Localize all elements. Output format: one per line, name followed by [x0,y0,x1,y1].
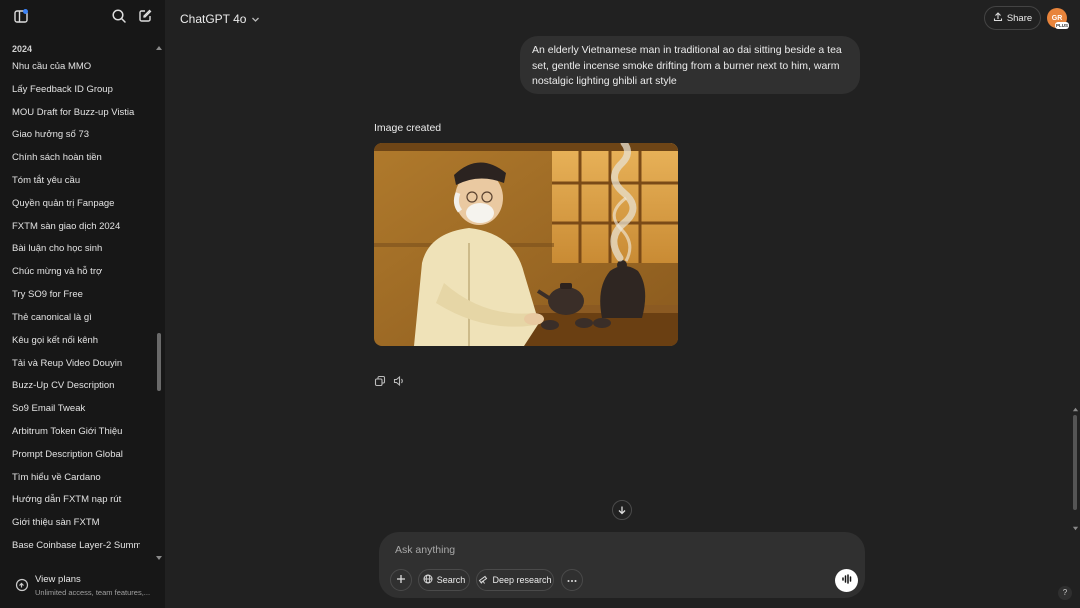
view-plans-title: View plans [35,574,81,585]
history-item[interactable]: Thẻ canonical là gì [12,308,140,328]
history-item[interactable]: Chính sách hoàn tiền [12,148,140,168]
main-scroll-down-icon[interactable] [1072,520,1079,531]
main-scrollbar-thumb[interactable] [1073,415,1077,510]
generated-image[interactable] [374,143,678,346]
search-label: Search [436,575,466,585]
scroll-to-bottom-button[interactable] [612,500,632,520]
help-button[interactable]: ? [1058,586,1072,600]
share-button[interactable]: Share [984,6,1041,30]
chevron-down-icon [251,12,260,27]
history-item[interactable]: Tìm hiểu về Cardano [12,468,140,488]
upgrade-icon [15,578,29,592]
user-message: An elderly Vietnamese man in traditional… [520,36,860,94]
sidebar-scrollbar-thumb[interactable] [157,333,161,391]
history-item[interactable]: Lấy Feedback ID Group [12,80,140,100]
sidebar-scroll-up-icon[interactable] [155,40,163,50]
model-name: ChatGPT 4o [180,12,247,26]
plan-badge: PLUS [1055,22,1069,29]
history-item[interactable]: Tóm tắt yêu cầu [12,171,140,191]
history-item[interactable]: Hướng dẫn FXTM nạp rút [12,490,140,510]
history-item[interactable]: Try SO9 for Free [12,285,140,305]
history-item[interactable]: Nhu cầu của MMO [12,57,140,77]
history-item[interactable]: Quyền quản trị Fanpage [12,194,140,214]
search-button[interactable]: Search [418,569,470,591]
history-year-heading: 2024 [12,44,33,54]
sidebar-scroll-down-icon[interactable] [155,550,163,560]
arrow-down-icon [617,503,627,518]
new-chat-icon[interactable] [137,8,155,26]
plus-icon [396,574,406,586]
image-status-label: Image created [374,122,442,134]
view-plans-button[interactable]: View plans Unlimited access, team featur… [0,568,165,604]
speaker-icon[interactable] [393,375,405,387]
voice-wave-icon [841,573,853,588]
share-icon [993,11,1003,25]
history-item[interactable]: Bài luận cho học sinh [12,239,140,259]
history-item[interactable]: Giao hưởng số 73 [12,125,140,145]
globe-icon [423,574,433,586]
model-selector[interactable]: ChatGPT 4o [180,11,260,27]
history-item[interactable]: FXTM sàn giao dịch 2024 [12,217,140,237]
search-icon[interactable] [111,8,129,26]
history-item[interactable]: Prompt Description Global [12,445,140,465]
attach-button[interactable] [390,569,412,591]
history-item[interactable]: MOU Draft for Buzz-up Vistia [12,103,140,123]
voice-mode-button[interactable] [835,569,858,592]
chat-history-list: 2024 Nhu cầu của MMO Lấy Feedback ID Gro… [0,40,155,560]
history-item[interactable]: Tải và Reup Video Douyin [12,354,140,374]
history-item[interactable]: So9 Email Tweak [12,399,140,419]
prompt-input[interactable] [395,542,815,558]
copy-icon[interactable] [374,375,386,387]
view-plans-subtitle: Unlimited access, team features,... [35,588,151,597]
main-scroll-up-icon[interactable] [1072,401,1079,412]
more-icon [567,575,577,585]
sidebar-toolbar [0,8,165,28]
history-item[interactable]: Giới thiệu sàn FXTM [12,513,140,533]
composer: Search Deep research [379,532,865,598]
deep-research-label: Deep research [492,575,552,585]
history-item[interactable]: Arbitrum Token Giới Thiệu [12,422,140,442]
history-item[interactable]: Chúc mừng và hỗ trợ [12,262,140,282]
telescope-icon [478,574,488,586]
deep-research-button[interactable]: Deep research [476,569,554,591]
history-item[interactable]: Base Coinbase Layer-2 Summary [12,536,140,556]
sidebar: 2024 Nhu cầu của MMO Lấy Feedback ID Gro… [0,0,165,608]
toggle-sidebar-icon[interactable] [13,8,31,26]
history-item[interactable]: Kêu gọi kết nối kênh [12,331,140,351]
more-tools-button[interactable] [561,569,583,591]
share-label: Share [1006,12,1033,24]
history-item[interactable]: Buzz-Up CV Description [12,376,140,396]
